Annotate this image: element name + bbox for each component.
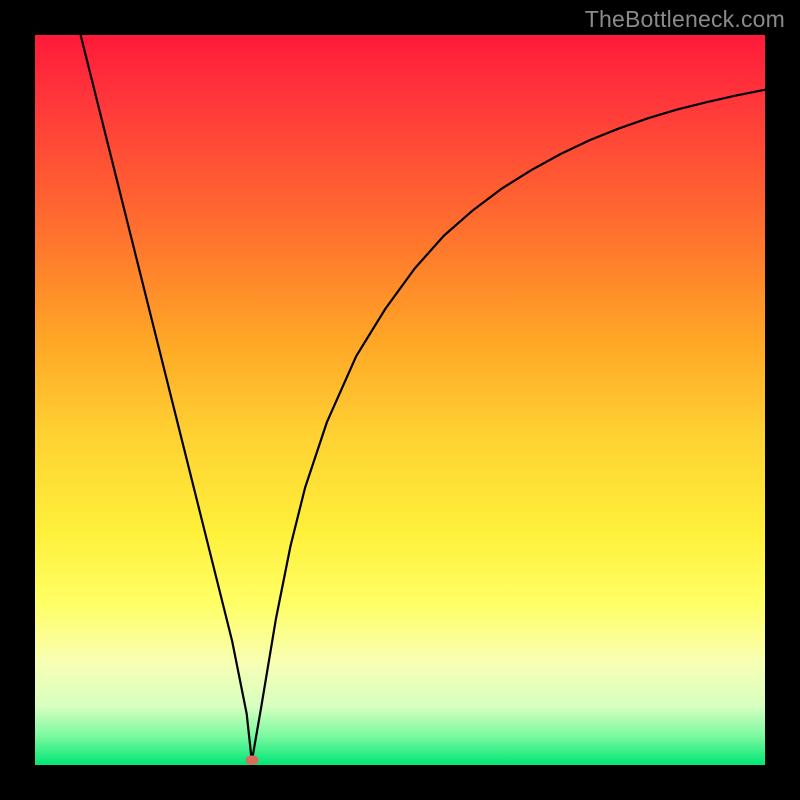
watermark-text: TheBottleneck.com <box>585 6 785 33</box>
bottleneck-curve <box>35 35 765 765</box>
chart-frame: TheBottleneck.com <box>0 0 800 800</box>
plot-area <box>35 35 765 765</box>
minimum-marker <box>245 755 258 764</box>
